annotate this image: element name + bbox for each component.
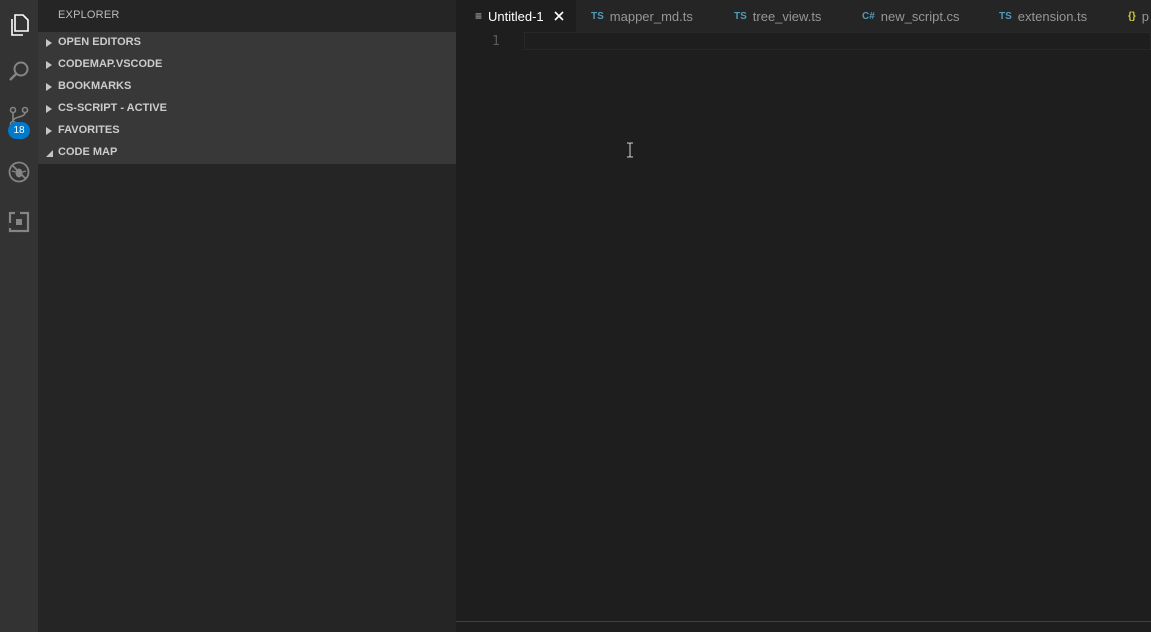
scm-badge: 18 (8, 122, 30, 139)
chevron-right-icon (44, 60, 54, 70)
tab-label: mapper_md.ts (609, 8, 693, 24)
tab-mapper-md-ts[interactable]: TS mapper_md.ts (591, 0, 693, 32)
tab-extension-ts[interactable]: TS extension.ts (999, 0, 1087, 32)
section-codemap-vscode[interactable]: CODEMAP.VSCODE (38, 54, 456, 76)
explorer-icon[interactable] (0, 0, 38, 50)
chevron-right-icon (44, 82, 54, 92)
debug-icon[interactable] (0, 147, 38, 197)
section-favorites[interactable]: FAVORITES (38, 120, 456, 142)
explorer-sections: OPEN EDITORS CODEMAP.VSCODE BOOKMARKS CS… (38, 32, 456, 164)
section-label: CODEMAP.VSCODE (58, 58, 163, 70)
section-label: FAVORITES (58, 124, 120, 136)
tab-tree-view-ts[interactable]: TS tree_view.ts (734, 0, 821, 32)
section-cs-script[interactable]: CS-SCRIPT - ACTIVE (38, 98, 456, 120)
tab-label: Untitled-1 (488, 8, 544, 24)
search-icon[interactable] (0, 46, 38, 96)
typescript-icon: TS (999, 10, 1012, 22)
tab-untitled-1[interactable]: ≡ Untitled-1 (456, 0, 576, 32)
json-icon: {} (1128, 10, 1136, 22)
panel-divider (456, 621, 1151, 622)
chevron-right-icon (44, 104, 54, 114)
section-label: BOOKMARKS (58, 80, 132, 92)
text-file-icon: ≡ (475, 9, 483, 23)
editor-area: ≡ Untitled-1 TS mapper_md.ts TS tree_vie… (456, 0, 1151, 632)
section-open-editors[interactable]: OPEN EDITORS (38, 32, 456, 54)
tab-json-file[interactable]: {} p (1128, 0, 1149, 32)
section-bookmarks[interactable]: BOOKMARKS (38, 76, 456, 98)
section-label: OPEN EDITORS (58, 36, 141, 48)
tab-label: tree_view.ts (752, 8, 822, 24)
activity-bar: 18 (0, 0, 38, 632)
close-icon[interactable] (552, 9, 566, 23)
section-code-map[interactable]: CODE MAP (38, 142, 456, 164)
chevron-right-icon (44, 126, 54, 136)
section-label: CODE MAP (58, 146, 118, 158)
chevron-down-icon (44, 148, 54, 158)
tab-label: new_script.cs (880, 8, 960, 24)
section-label: CS-SCRIPT - ACTIVE (58, 102, 167, 114)
chevron-right-icon (44, 38, 54, 48)
explorer-sidebar: EXPLORER OPEN EDITORS CODEMAP.VSCODE BOO… (38, 0, 456, 632)
editor-text-area[interactable] (524, 32, 1151, 50)
csharp-icon: C# (862, 10, 875, 22)
tab-label: extension.ts (1017, 8, 1088, 24)
tab-new-script-cs[interactable]: C# new_script.cs (862, 0, 960, 32)
typescript-icon: TS (591, 10, 604, 22)
extensions-icon[interactable] (0, 197, 38, 247)
sidebar-title: EXPLORER (58, 9, 120, 21)
tab-label: p (1141, 8, 1150, 24)
text-cursor-icon (626, 142, 634, 162)
typescript-icon: TS (734, 10, 747, 22)
editor-tabs: ≡ Untitled-1 TS mapper_md.ts TS tree_vie… (456, 0, 1151, 32)
line-number: 1 (492, 34, 500, 49)
